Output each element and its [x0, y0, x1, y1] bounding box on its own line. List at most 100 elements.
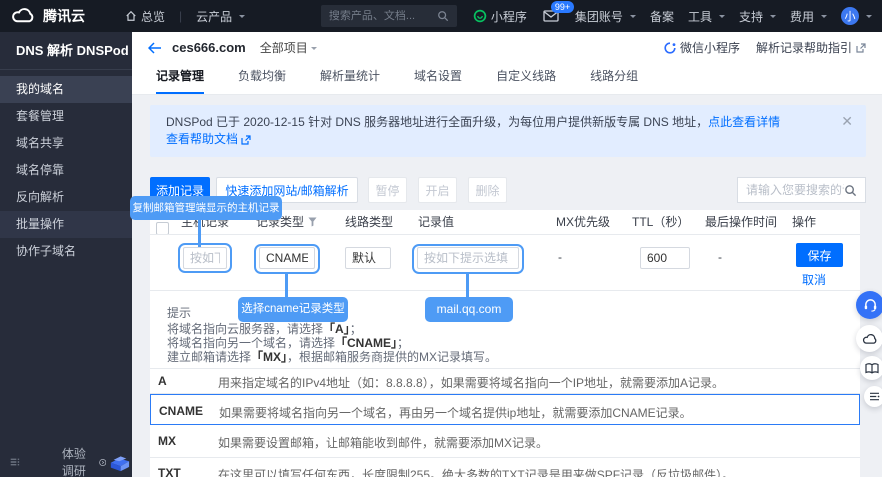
caret-down-icon	[239, 15, 245, 21]
sidebar-title: DNS 解析 DNSPod	[0, 32, 132, 70]
docs-button[interactable]	[860, 356, 882, 380]
nav-messages[interactable]: 99+	[543, 10, 559, 22]
back-arrow-icon[interactable]	[148, 42, 162, 54]
nav-products[interactable]: 云产品	[196, 8, 245, 25]
col-value: 记录值	[418, 214, 454, 230]
banner-doc-link[interactable]: 查看帮助文档	[166, 131, 238, 148]
home-icon	[125, 10, 137, 22]
topbar-divider: |	[179, 9, 182, 23]
hint-title: 提示	[167, 304, 191, 321]
sidebar-item-collab-subdomain[interactable]: 协作子域名	[0, 238, 132, 265]
record-value-input[interactable]	[417, 247, 519, 269]
sidebar-item-reverse-dns[interactable]: 反向解析	[0, 184, 132, 211]
tab-line-groups[interactable]: 线路分组	[590, 67, 638, 94]
customer-service-button[interactable]	[856, 291, 882, 319]
sidebar-item-plan[interactable]: 套餐管理	[0, 103, 132, 130]
external-link-icon	[856, 43, 866, 53]
nav-billing[interactable]: 费用	[790, 8, 827, 25]
close-icon[interactable]: ✕	[841, 114, 853, 128]
message-count-badge: 99+	[551, 1, 574, 13]
col-line: 线路类型	[345, 214, 393, 230]
col-mx: MX优先级	[556, 214, 610, 230]
caret-down-icon	[770, 15, 776, 21]
records-table: 主机记录 记录类型 线路类型 记录值 MX优先级 TTL（秒） 最后操作时间 操…	[150, 210, 860, 477]
notice-banner: DNSPod 已于 2020-12-15 针对 DNS 服务器地址进行全面升级，…	[150, 105, 866, 157]
caret-down-icon	[821, 15, 827, 21]
ttl-input[interactable]	[640, 247, 690, 269]
nav-group-account[interactable]: 集团账号	[575, 8, 636, 25]
pause-button[interactable]: 暂停	[368, 177, 407, 203]
hint-line: 建立邮箱请选择「MX」，根据邮箱服务商提供的MX记录填写。	[167, 348, 497, 365]
mx-priority-value: -	[558, 250, 562, 264]
cloud-logo-icon	[10, 7, 37, 25]
sidebar-item-domain-parking[interactable]: 域名停靠	[0, 157, 132, 184]
main: ces666.com 全部项目 微信小程序 解析记录帮助指引 记录管理 负载均衡…	[132, 32, 882, 477]
nav-overview[interactable]: 总览	[125, 8, 165, 25]
caret-down-icon	[866, 15, 872, 21]
search-icon	[437, 10, 449, 22]
brand-name[interactable]: 腾讯云	[43, 6, 85, 26]
survey-illustration	[108, 449, 132, 475]
domain-title: ces666.com	[172, 40, 246, 55]
project-filter[interactable]: 全部项目	[260, 39, 317, 56]
tab-custom-lines[interactable]: 自定义线路	[496, 67, 556, 94]
sidebar: DNS 解析 DNSPod 我的域名 套餐管理 域名共享 域名停靠 反向解析 批…	[0, 32, 132, 477]
record-search[interactable]	[737, 177, 866, 203]
last-op-time-value: -	[718, 250, 722, 264]
external-link-icon	[241, 135, 251, 145]
record-type-row-cname[interactable]: CNAME 如果需要将域名指向另一个域名，再由另一个域名提供ip地址，就需要添加…	[150, 394, 860, 425]
topbar-search-input[interactable]	[329, 10, 437, 22]
topbar: 腾讯云 总览 | 云产品 小程序 99+ 集团账号 备案 工具 支持 费用 小	[0, 0, 882, 32]
col-last-op-time: 最后操作时间	[705, 214, 777, 230]
tab-records[interactable]: 记录管理	[156, 67, 204, 94]
tab-load-balance[interactable]: 负载均衡	[238, 67, 286, 94]
delete-button[interactable]: 删除	[468, 177, 507, 203]
record-search-input[interactable]	[746, 183, 844, 197]
avatar: 小	[841, 7, 859, 25]
sidebar-item-my-domains[interactable]: 我的域名	[0, 76, 132, 103]
miniprogram-icon	[473, 9, 487, 23]
nav-miniprogram[interactable]: 小程序	[473, 8, 527, 25]
cancel-link[interactable]: 取消	[802, 271, 826, 288]
record-type-input[interactable]	[259, 247, 315, 269]
divider	[150, 234, 860, 235]
col-action: 操作	[792, 214, 816, 230]
caret-down-icon	[311, 47, 317, 53]
banner-detail-link[interactable]: 点此查看详情	[708, 115, 780, 129]
topbar-search[interactable]	[321, 5, 457, 27]
filter-icon[interactable]	[308, 217, 317, 227]
col-type: 记录类型	[256, 214, 317, 230]
caret-down-icon	[630, 15, 636, 21]
nav-beian[interactable]: 备案	[650, 8, 674, 25]
page-header: ces666.com 全部项目 微信小程序 解析记录帮助指引	[132, 32, 882, 63]
sidebar-item-domain-share[interactable]: 域名共享	[0, 130, 132, 157]
help-guide-link[interactable]: 解析记录帮助指引	[756, 39, 866, 56]
sidebar-footer: 体验调研	[0, 447, 132, 477]
nav-tools[interactable]: 工具	[688, 8, 725, 25]
user-menu[interactable]: 小	[841, 7, 872, 25]
quick-add-button[interactable]: 快速添加网站/邮箱解析	[216, 177, 358, 203]
wechat-miniprogram-link[interactable]: 微信小程序	[664, 39, 740, 56]
host-record-input[interactable]	[183, 247, 227, 269]
survey-link[interactable]: 体验调研	[62, 445, 106, 477]
headset-icon	[863, 298, 878, 312]
collapse-icon[interactable]	[10, 456, 20, 468]
tab-stats[interactable]: 解析量统计	[320, 67, 380, 94]
tab-domain-settings[interactable]: 域名设置	[414, 67, 462, 94]
tencent-cloud-logo[interactable]	[10, 7, 37, 25]
col-host: 主机记录	[181, 214, 229, 230]
divider	[150, 368, 860, 369]
line-type-select[interactable]: 默认	[345, 247, 391, 269]
add-record-button[interactable]: 添加记录	[150, 177, 210, 203]
feedback-icon	[869, 392, 880, 401]
divider	[150, 457, 860, 458]
start-button[interactable]: 开启	[418, 177, 457, 203]
search-icon	[844, 184, 857, 197]
cloud-message-button[interactable]	[856, 325, 882, 352]
sidebar-item-batch-ops[interactable]: 批量操作	[0, 211, 132, 238]
nav-support[interactable]: 支持	[739, 8, 776, 25]
banner-text: DNSPod 已于 2020-12-15 针对 DNS 服务器地址进行全面升级，…	[166, 115, 708, 129]
feedback-button[interactable]	[864, 386, 882, 407]
col-ttl: TTL（秒）	[632, 214, 689, 230]
save-button[interactable]: 保存	[796, 243, 843, 267]
